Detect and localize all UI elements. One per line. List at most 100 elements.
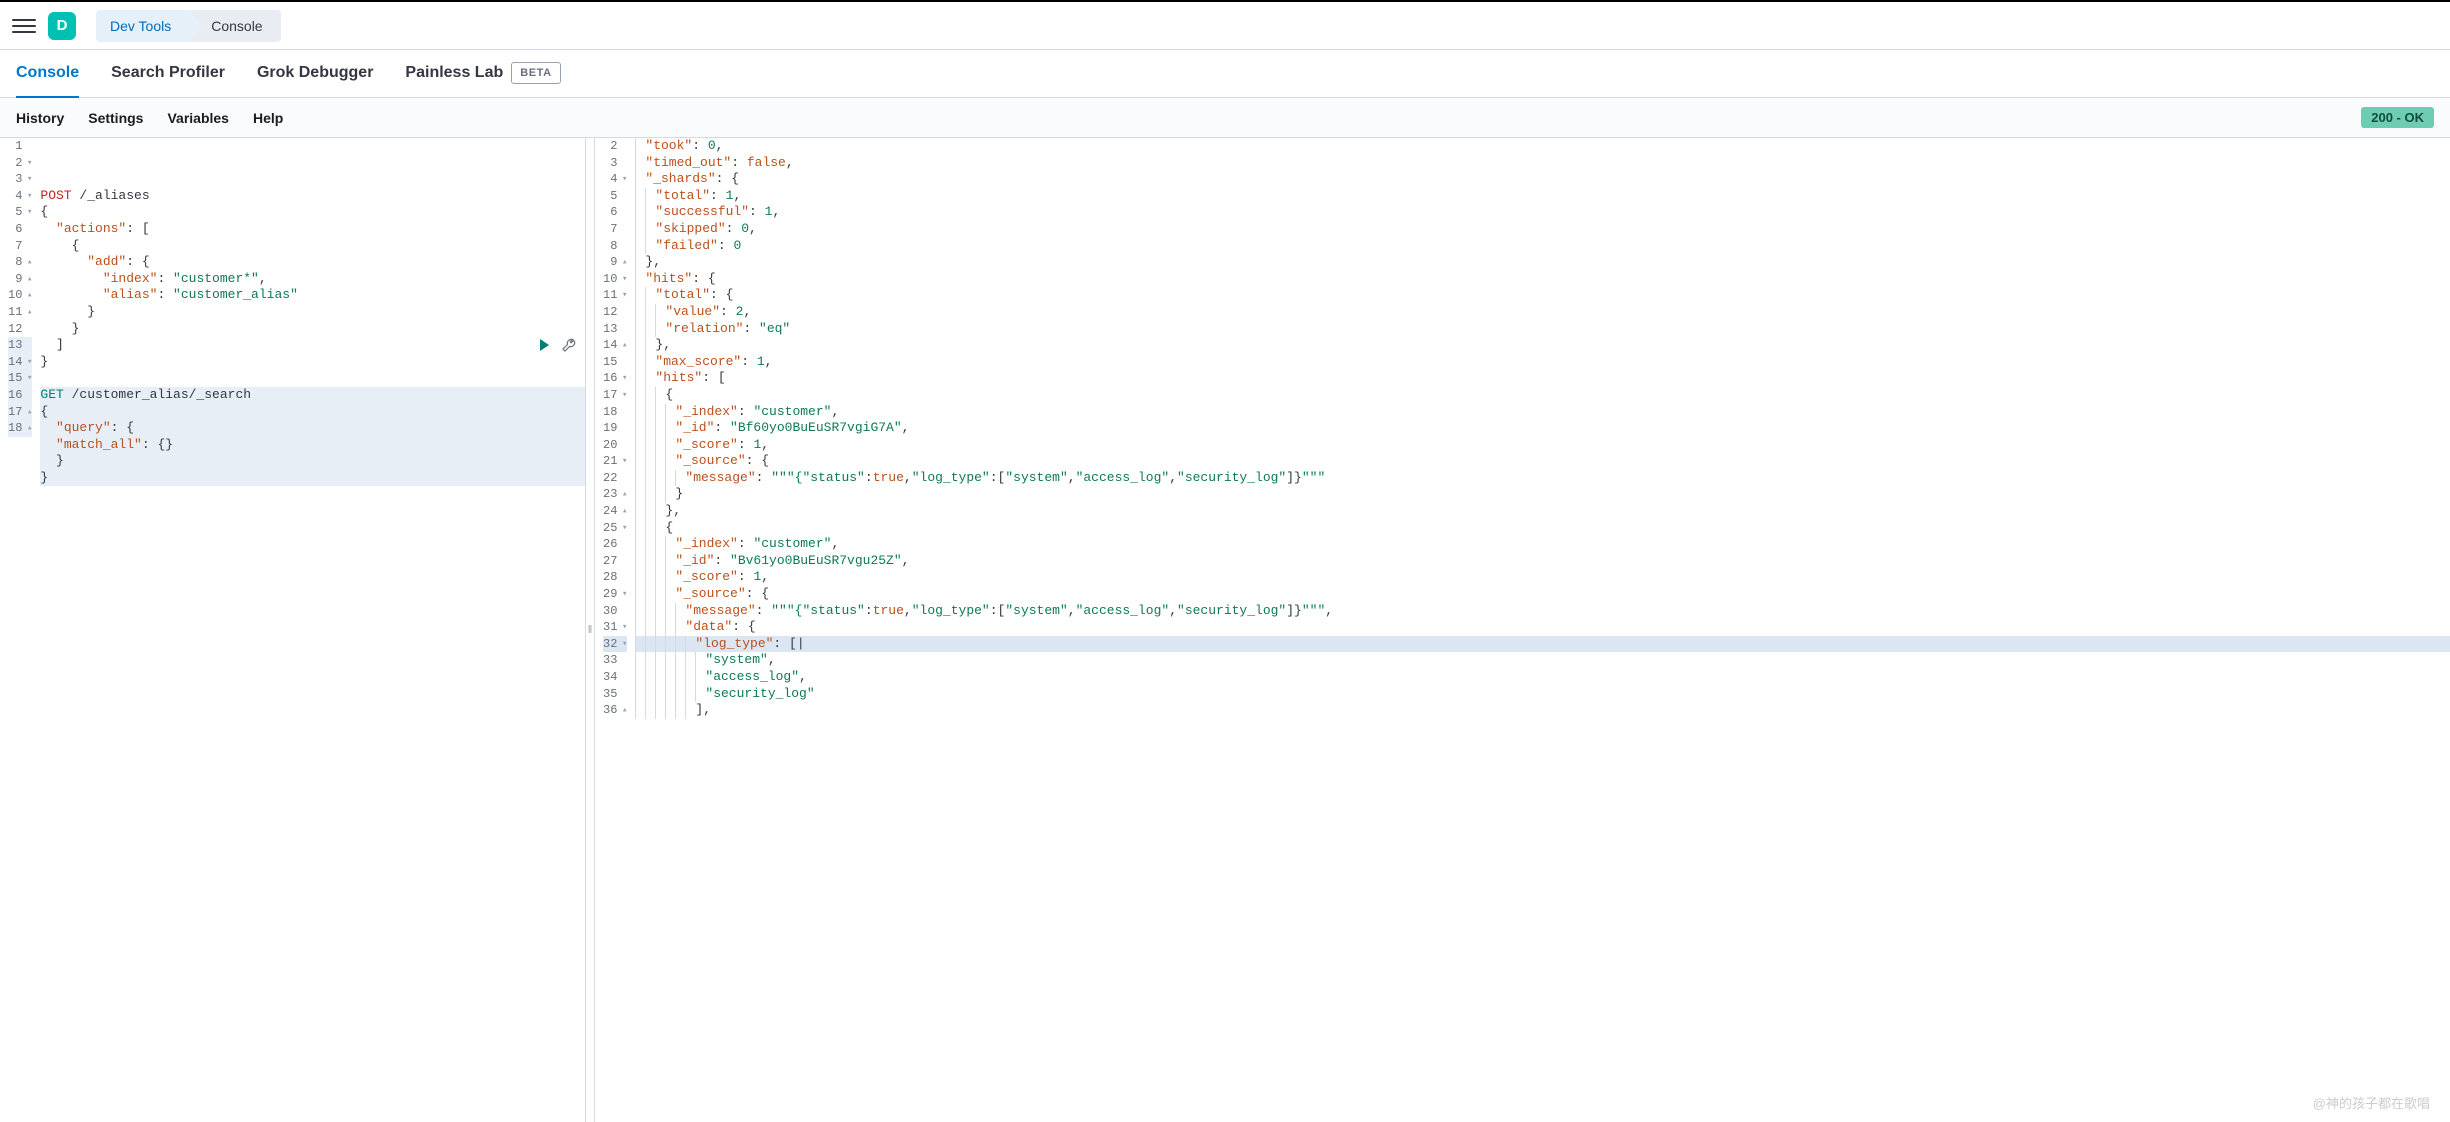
line-number: 21▾ [603,453,627,470]
line-number: 27 [603,553,627,570]
code-line[interactable]: }, [635,337,2450,354]
code-line[interactable]: { [635,520,2450,537]
line-number: 3▾ [8,171,32,188]
code-line[interactable]: "message": """{"status":true,"log_type":… [635,470,2450,487]
code-line[interactable]: "relation": "eq" [635,321,2450,338]
code-line[interactable]: "system", [635,652,2450,669]
code-line[interactable]: "_id": "Bv61yo0BuEuSR7vgu25Z", [635,553,2450,570]
code-line[interactable] [40,370,585,387]
main-tabs: Console Search Profiler Grok Debugger Painl… [0,50,2450,98]
tab-painless-lab[interactable]: Painless LabBETA [405,50,560,98]
line-number: 2 [603,138,627,155]
pane-resize-handle[interactable]: ‖ [585,138,595,1122]
code-line[interactable]: "message": """{"status":true,"log_type":… [635,603,2450,620]
tab-grok-debugger[interactable]: Grok Debugger [257,50,373,98]
code-line[interactable]: "data": { [635,619,2450,636]
toolbar-link-variables[interactable]: Variables [167,110,229,126]
line-number: 10▴ [8,287,32,304]
code-line[interactable]: "actions": [ [40,221,585,238]
line-number: 8▴ [8,254,32,271]
code-line[interactable]: "_score": 1, [635,569,2450,586]
code-line[interactable]: } [40,354,585,371]
line-number: 16▾ [603,370,627,387]
line-number: 9▴ [603,254,627,271]
breadcrumb-item-1[interactable]: Console [189,10,280,42]
code-line[interactable]: } [40,304,585,321]
code-line[interactable]: } [40,321,585,338]
code-line[interactable]: "hits": [ [635,370,2450,387]
code-line[interactable]: "total": 1, [635,188,2450,205]
code-line[interactable]: ] [40,337,585,354]
code-line[interactable]: "timed_out": false, [635,155,2450,172]
code-line[interactable]: "total": { [635,287,2450,304]
code-line[interactable]: "security_log" [635,686,2450,703]
code-line[interactable]: "_index": "customer", [635,536,2450,553]
line-number: 24▴ [603,503,627,520]
request-editor[interactable]: 1 2▾3▾4▾5▾6 7 8▴9▴10▴11▴12 13 14▾15▾16 1… [0,138,585,1122]
breadcrumb: Dev ToolsConsole [96,10,281,42]
menu-toggle-icon[interactable] [12,14,36,38]
line-number: 19 [603,420,627,437]
line-number: 12 [603,304,627,321]
response-viewer[interactable]: 2 3 4▾5 6 7 8 9▴10▾11▾12 13 14▴15 16▾17▾… [595,138,2450,1122]
line-number: 18 [603,404,627,421]
code-line[interactable]: "query": { [40,420,585,437]
code-line[interactable]: ], [635,702,2450,719]
code-line[interactable]: "_shards": { [635,171,2450,188]
code-line[interactable]: }, [635,503,2450,520]
line-number: 6 [603,204,627,221]
code-line[interactable]: "max_score": 1, [635,354,2450,371]
code-line[interactable]: } [40,470,585,487]
code-line[interactable]: { [635,387,2450,404]
code-line[interactable]: "alias": "customer_alias" [40,287,585,304]
code-line[interactable]: "value": 2, [635,304,2450,321]
breadcrumb-item-0[interactable]: Dev Tools [96,10,189,42]
code-line[interactable]: "_source": { [635,586,2450,603]
code-line[interactable]: "skipped": 0, [635,221,2450,238]
code-line[interactable]: }, [635,254,2450,271]
tab-search-profiler[interactable]: Search Profiler [111,50,225,98]
code-line[interactable]: "hits": { [635,271,2450,288]
line-number: 11▾ [603,287,627,304]
line-number: 13 [8,337,32,354]
code-line[interactable]: "_id": "Bf60yo0BuEuSR7vgiG7A", [635,420,2450,437]
code-line[interactable]: GET /customer_alias/_search [40,387,585,404]
toolbar-link-help[interactable]: Help [253,110,283,126]
code-line[interactable]: "took": 0, [635,138,2450,155]
code-line[interactable]: "failed": 0 [635,238,2450,255]
line-number: 22 [603,470,627,487]
line-number: 14▾ [8,354,32,371]
code-line[interactable]: "log_type": [| [635,636,2450,653]
code-line[interactable]: "successful": 1, [635,204,2450,221]
toolbar-link-settings[interactable]: Settings [88,110,143,126]
code-line[interactable]: "add": { [40,254,585,271]
code-line[interactable]: { [40,404,585,421]
app-logo-badge[interactable]: D [48,12,76,40]
code-line[interactable]: "access_log", [635,669,2450,686]
line-number: 20 [603,437,627,454]
code-line[interactable]: } [635,486,2450,503]
code-line[interactable]: } [40,453,585,470]
line-number: 25▾ [603,520,627,537]
code-line[interactable]: "_source": { [635,453,2450,470]
code-line[interactable]: "_index": "customer", [635,404,2450,421]
code-line[interactable]: POST /_aliases [40,188,585,205]
code-line[interactable]: "_score": 1, [635,437,2450,454]
code-line[interactable]: { [40,238,585,255]
topbar: D Dev ToolsConsole [0,2,2450,50]
code-line[interactable]: "index": "customer*", [40,271,585,288]
run-request-icon[interactable] [537,338,551,358]
line-number: 36▴ [603,702,627,719]
line-number: 7 [603,221,627,238]
line-number: 5 [603,188,627,205]
request-options-icon[interactable] [561,337,577,359]
line-number: 16 [8,387,32,404]
line-number: 11▴ [8,304,32,321]
line-number: 18▴ [8,420,32,437]
toolbar-link-history[interactable]: History [16,110,64,126]
tab-console[interactable]: Console [16,50,79,98]
code-line[interactable]: "match_all": {} [40,437,585,454]
line-number: 15 [603,354,627,371]
line-number: 30 [603,603,627,620]
code-line[interactable]: { [40,204,585,221]
